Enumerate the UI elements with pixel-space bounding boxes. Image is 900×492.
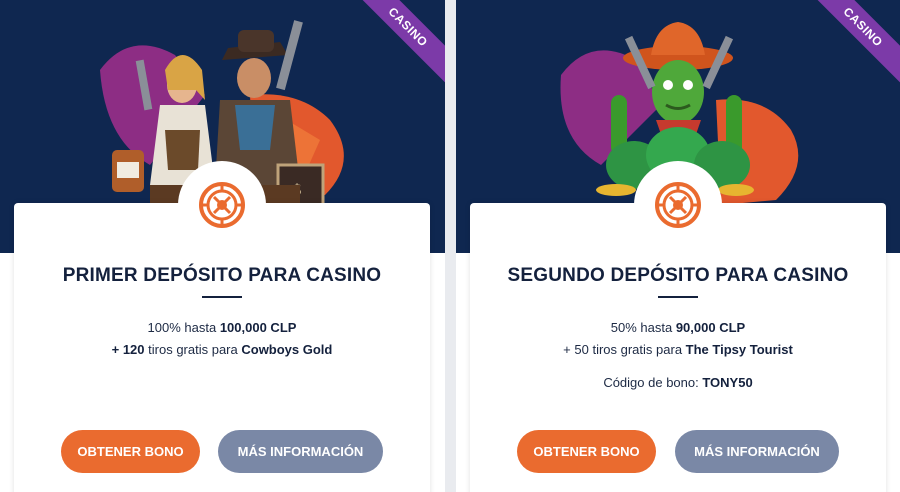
free-spins-count: + 50 (563, 342, 589, 357)
roulette-icon (199, 182, 245, 228)
offer-percentage: 50% hasta (610, 320, 676, 335)
more-info-button[interactable]: MÁS INFORMACIÓN (218, 430, 383, 473)
promo-card-first-deposit: $ CASINO PRIMER DEPÓSITO PARA CASINO 100… (0, 0, 445, 492)
roulette-icon-badge (178, 161, 266, 249)
roulette-icon-badge (634, 161, 722, 249)
game-name: The Tipsy Tourist (685, 342, 793, 357)
offer-title: SEGUNDO DEPÓSITO PARA CASINO (507, 265, 849, 286)
bonus-code-value: TONY50 (702, 375, 753, 390)
title-divider (202, 296, 242, 298)
offer-amount: 90,000 CLP (675, 320, 746, 335)
offer-line-1: 100% hasta 100,000 CLP (14, 320, 430, 335)
get-bonus-button[interactable]: OBTENER BONO (61, 430, 200, 473)
roulette-icon (655, 182, 701, 228)
offer-card: PRIMER DEPÓSITO PARA CASINO 100% hasta 1… (14, 161, 430, 492)
bonus-code-label: Código de bono: (603, 375, 703, 390)
more-info-button[interactable]: MÁS INFORMACIÓN (675, 430, 839, 473)
offer-line-2: + 120 tiros gratis para Cowboys Gold (14, 342, 430, 357)
offer-percentage: 100% hasta (147, 320, 220, 335)
free-spins-text: tiros gratis para (588, 342, 686, 357)
get-bonus-button[interactable]: OBTENER BONO (517, 430, 656, 473)
promo-card-second-deposit: CASINO SEGUNDO DEPÓSITO PARA CASINO 50% … (456, 0, 900, 492)
offer-line-1: 50% hasta 90,000 CLP (470, 320, 886, 335)
offer-card: SEGUNDO DEPÓSITO PARA CASINO 50% hasta 9… (470, 161, 886, 492)
game-name: Cowboys Gold (241, 342, 333, 357)
offer-line-2: + 50 tiros gratis para The Tipsy Tourist (470, 342, 886, 357)
free-spins-text: tiros gratis para (144, 342, 242, 357)
bonus-code-line: Código de bono: TONY50 (470, 375, 886, 390)
free-spins-count: + 120 (111, 342, 145, 357)
offer-amount: 100,000 CLP (219, 320, 297, 335)
offer-title: PRIMER DEPÓSITO PARA CASINO (62, 265, 382, 286)
title-divider (658, 296, 698, 298)
